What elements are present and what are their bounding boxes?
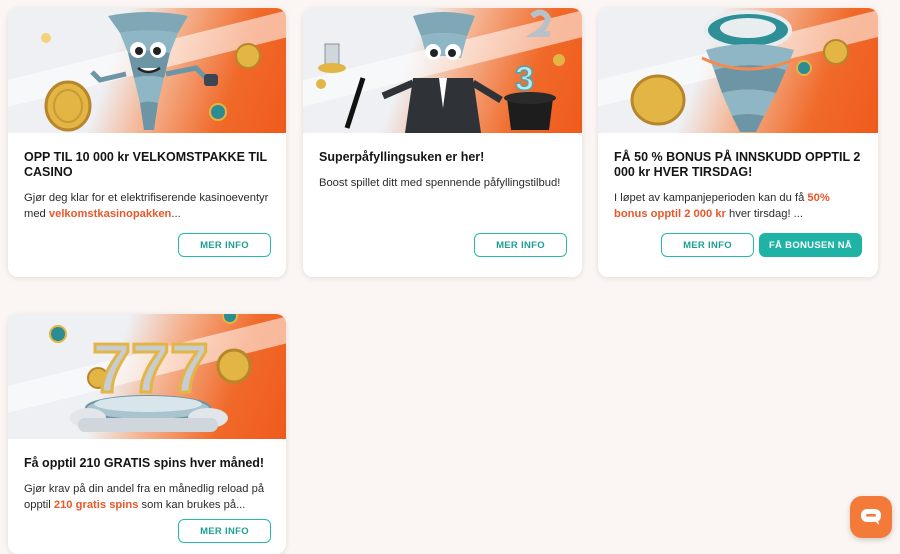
promo-banner — [8, 8, 286, 133]
lucky-777-icon: 777 — [49, 314, 252, 432]
promo-card-tuesday-bonus: FÅ 50 % BONUS PÅ INNSKUDD OPPTIL 2 000 k… — [598, 8, 878, 277]
card-description: Gjør krav på din andel fra en månedlig r… — [24, 483, 265, 511]
card-description: I løpet av kampanjeperioden kan du få 50… — [614, 192, 830, 220]
promo-card-welcome: OPP TIL 10 000 kr VELKOMSTPAKKE TIL CASI… — [8, 8, 286, 277]
more-info-button[interactable]: MER INFO — [661, 233, 754, 257]
chat-bubble-icon — [861, 509, 881, 525]
more-info-button[interactable]: MER INFO — [178, 233, 271, 257]
highlight-link[interactable]: 210 gratis spins — [54, 499, 139, 511]
highlight-link[interactable]: velkomstkasinopakken — [49, 208, 172, 220]
promo-banner — [598, 8, 878, 133]
card-description: Boost spillet ditt med spennende påfylli… — [319, 177, 561, 189]
card-description: Gjør deg klar for et elektrifiserende ka… — [24, 192, 269, 220]
tornado-mascot-coins-icon — [41, 12, 261, 132]
card-title: OPP TIL 10 000 kr VELKOMSTPAKKE TIL CASI… — [24, 150, 267, 179]
casino-chip-tornado-icon — [630, 10, 849, 132]
card-title: Superpåfyllingsuken er her! — [319, 150, 485, 164]
more-info-button[interactable]: MER INFO — [474, 233, 567, 257]
promo-card-reload-week: 3 Superpåfyllingsuken er her! Boost spil… — [303, 8, 582, 277]
more-info-button[interactable]: MER INFO — [178, 519, 271, 543]
get-bonus-button[interactable]: FÅ BONUSEN NÅ — [759, 233, 862, 257]
tornado-magician-mascot-icon: 3 — [316, 9, 565, 133]
chat-launcher-button[interactable] — [850, 496, 892, 538]
promo-banner: 777 — [8, 314, 286, 439]
promo-card-free-spins: 777 Få opptil 210 GRATIS spins hver måne… — [8, 314, 286, 554]
promo-banner: 3 — [303, 8, 582, 133]
card-title: FÅ 50 % BONUS PÅ INNSKUDD OPPTIL 2 000 k… — [614, 150, 861, 179]
card-title: Få opptil 210 GRATIS spins hver måned! — [24, 456, 265, 470]
